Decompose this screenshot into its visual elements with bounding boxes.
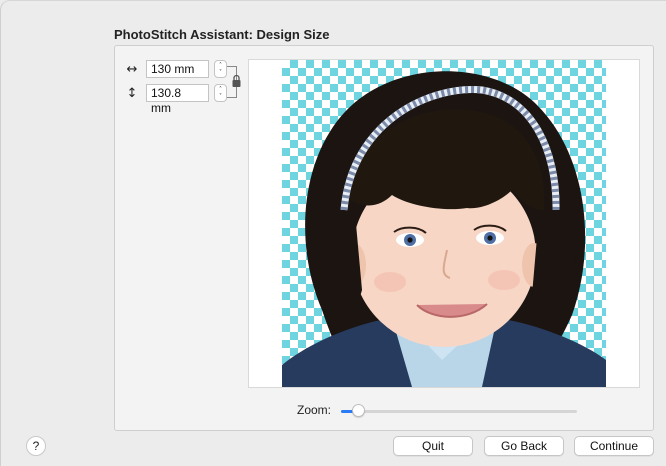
zoom-thumb[interactable]	[352, 404, 366, 417]
portrait-photo	[282, 71, 606, 387]
vertical-arrows-icon: ↕	[126, 85, 138, 101]
quit-button[interactable]: Quit	[393, 436, 473, 456]
height-stepper[interactable]: ˄ ˅	[214, 84, 227, 102]
image-preview	[248, 59, 640, 388]
height-row: ↕ 130.8 mm ˄ ˅	[125, 84, 227, 115]
width-row: ↔ 130 mm ˄ ˅	[125, 60, 227, 78]
photo-transparent-background	[282, 60, 606, 387]
width-stepper[interactable]: ˄ ˅	[214, 60, 227, 78]
lock-icon[interactable]	[232, 74, 241, 88]
zoom-track[interactable]	[341, 410, 577, 413]
zoom-slider[interactable]	[341, 404, 577, 418]
help-button[interactable]: ?	[26, 436, 46, 456]
stepper-down-icon[interactable]: ˅	[219, 93, 222, 100]
stepper-up-icon[interactable]: ˄	[219, 86, 222, 93]
width-field[interactable]: 130 mm	[146, 60, 209, 78]
zoom-label: Zoom:	[297, 403, 332, 417]
go-back-button[interactable]: Go Back	[484, 436, 564, 456]
continue-button[interactable]: Continue	[574, 436, 654, 456]
horizontal-arrows-icon: ↔	[126, 61, 138, 77]
design-size-panel: ↔ 130 mm ˄ ˅ ↕ 130.8 mm ˄ ˅ Zoom:	[114, 45, 654, 431]
stepper-down-icon[interactable]: ˅	[219, 69, 222, 76]
stepper-up-icon[interactable]: ˄	[219, 62, 222, 69]
dialog-title: PhotoStitch Assistant: Design Size	[114, 27, 330, 42]
height-field[interactable]: 130.8 mm	[146, 84, 209, 115]
